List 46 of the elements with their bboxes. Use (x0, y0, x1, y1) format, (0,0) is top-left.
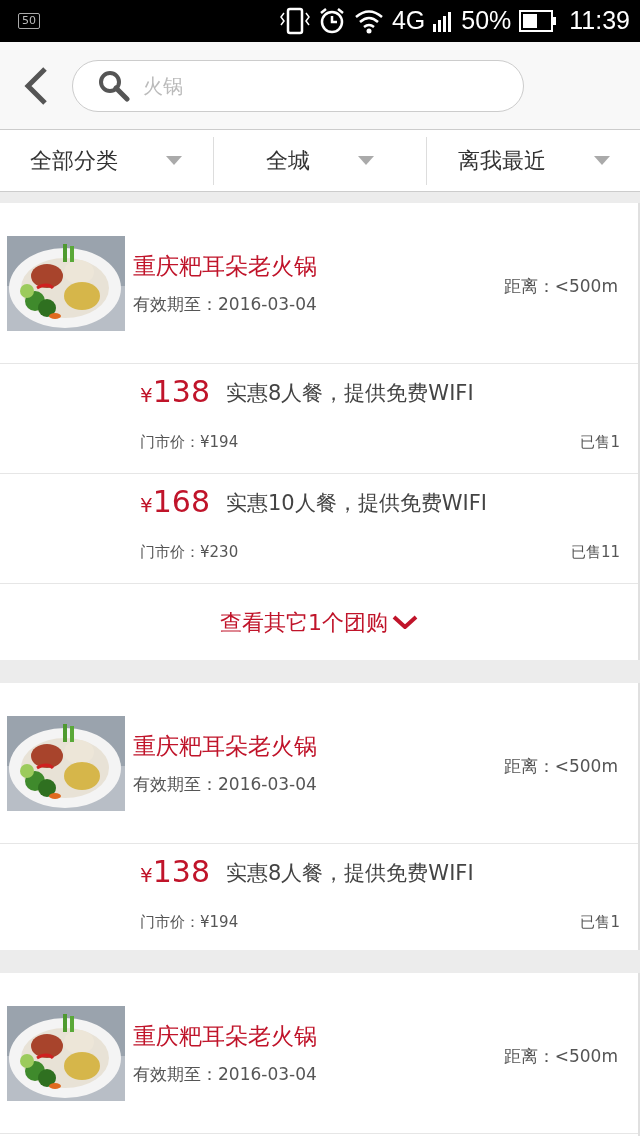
deal-description: 实惠8人餐，提供免费WIFI (226, 379, 474, 407)
valid-date: 有效期至：2016-03-04 (133, 292, 318, 316)
market-price: 门市价：¥194 (140, 432, 239, 453)
deal-description: 实惠8人餐，提供免费WIFI (226, 859, 474, 887)
deal-price: ¥168 (140, 483, 210, 521)
market-price: 门市价：¥194 (140, 912, 239, 933)
battery-percent: 50% (461, 5, 512, 37)
signal-icon (433, 10, 454, 32)
deal-row[interactable]: ¥138 实惠8人餐，提供免费WIFI 门市价：¥194 已售1 (0, 363, 638, 473)
sim-badge: 50 (18, 13, 40, 29)
deal-price: ¥138 (140, 373, 210, 411)
shop-card[interactable]: 重庆粑耳朵老火锅 有效期至：2016-03-04 距离：<500m ¥138 实惠8人餐，提供免费WIFI 门市价：¥194 已售1 ¥168 实惠10人餐，提供免费WIFI 门市价：¥230 已售11 查看其它1个团购 (0, 203, 640, 660)
deal-row[interactable]: ¥168 实惠10人餐，提供免费WIFI 门市价：¥230 已售11 (0, 473, 638, 583)
back-icon[interactable] (24, 66, 48, 105)
deal-description: 实惠10人餐，提供免费WIFI (226, 489, 487, 517)
clock-time: 11:39 (569, 5, 630, 37)
valid-date: 有效期至：2016-03-04 (133, 1062, 318, 1086)
caret-icon (166, 156, 183, 165)
search-field[interactable]: 火锅 (72, 59, 524, 112)
sold-count: 已售1 (580, 912, 620, 933)
shop-name: 重庆粑耳朵老火锅 (133, 732, 318, 761)
distance-text: 距离：<500m (503, 275, 618, 299)
valid-date: 有效期至：2016-03-04 (133, 772, 318, 796)
sold-count: 已售11 (570, 542, 620, 563)
battery-icon (519, 10, 558, 32)
shop-name: 重庆粑耳朵老火锅 (133, 252, 318, 281)
distance-text: 距离：<500m (503, 755, 618, 779)
caret-icon (358, 156, 374, 165)
deal-price: ¥138 (140, 853, 210, 891)
sold-count: 已售1 (580, 432, 620, 453)
filter-dropdown[interactable]: 全部分类 (0, 130, 213, 191)
shop-card[interactable]: 重庆粑耳朵老火锅 有效期至：2016-03-04 距离：<500m ¥138 实惠8人餐，提供免费WIFI 门市价：¥194 已售1 (0, 683, 640, 950)
search-icon (98, 69, 130, 102)
shop-name: 重庆粑耳朵老火锅 (133, 1022, 318, 1051)
shop-card[interactable]: 重庆粑耳朵老火锅 有效期至：2016-03-04 距离：<500m (0, 973, 640, 1136)
network-type: 4G (391, 5, 426, 37)
wifi-icon (353, 8, 384, 34)
chevron-down-icon (392, 615, 418, 629)
filter-dropdown[interactable]: 离我最近 (427, 130, 640, 191)
caret-icon (593, 156, 610, 165)
more-deals-link[interactable]: 查看其它1个团购 (220, 605, 418, 639)
vibrate-icon (279, 7, 310, 35)
deal-row[interactable]: ¥138 实惠8人餐，提供免费WIFI 门市价：¥194 已售1 (0, 843, 638, 950)
distance-text: 距离：<500m (503, 1045, 618, 1069)
filter-dropdown[interactable]: 全城 (213, 130, 427, 191)
market-price: 门市价：¥230 (140, 542, 239, 563)
